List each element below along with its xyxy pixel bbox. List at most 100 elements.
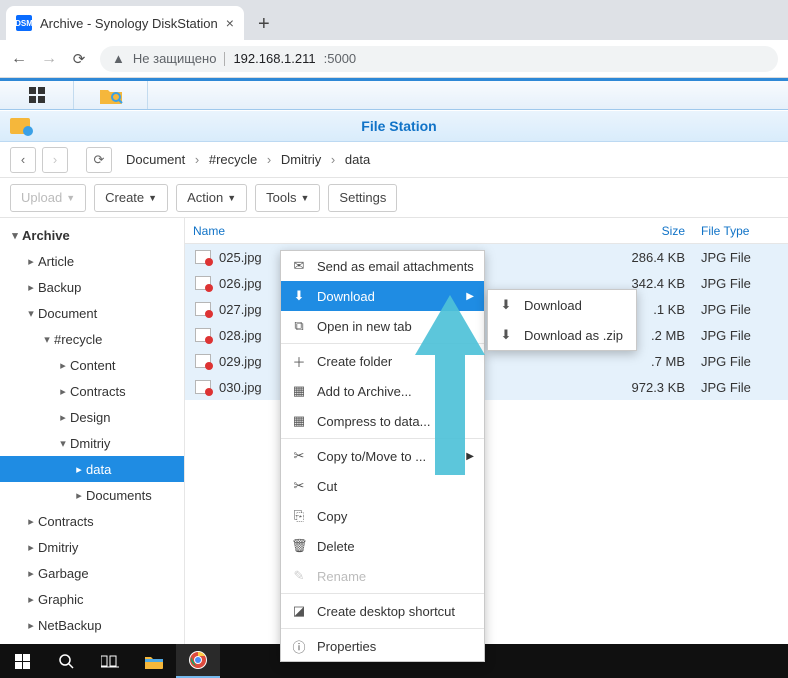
file-station-taskbar-button[interactable]: [74, 81, 148, 109]
action-button[interactable]: Action▼: [176, 184, 247, 212]
menu-item[interactable]: ✂Cut: [281, 471, 484, 501]
menu-item-icon: ▦: [291, 413, 307, 429]
file-type: JPG File: [693, 380, 788, 395]
menu-item-icon: ⎘: [291, 508, 307, 524]
upload-button[interactable]: Upload▼: [10, 184, 86, 212]
window-titlebar[interactable]: File Station: [0, 110, 788, 142]
chrome-taskbar-button[interactable]: [176, 644, 220, 678]
file-row[interactable]: 025.jpg286.4 KBJPG File: [185, 244, 788, 270]
chevron-right-icon[interactable]: ▸: [72, 463, 86, 476]
menu-item[interactable]: ▦Add to Archive...: [281, 376, 484, 406]
tree-node[interactable]: ▸Dmitriy: [0, 534, 184, 560]
tree-node[interactable]: ▾Dmitriy: [0, 430, 184, 456]
context-menu[interactable]: ✉Send as email attachments⬇Download▶⧉Ope…: [280, 250, 485, 662]
chevron-down-icon[interactable]: ▾: [24, 307, 38, 320]
chevron-right-icon[interactable]: ▸: [56, 359, 70, 372]
file-type: JPG File: [693, 276, 788, 291]
main-menu-button[interactable]: [0, 81, 74, 109]
url-host: 192.168.1.211: [233, 51, 315, 66]
tree-node[interactable]: ▸Garbage: [0, 560, 184, 586]
menu-separator: [281, 628, 484, 629]
nav-back-button[interactable]: ←: [10, 50, 28, 68]
file-list[interactable]: Name Size File Type 025.jpg286.4 KBJPG F…: [185, 218, 788, 648]
settings-button[interactable]: Settings: [328, 184, 397, 212]
tree-node-label: Design: [70, 410, 110, 425]
tree-node[interactable]: ▸Graphic: [0, 586, 184, 612]
submenu-item[interactable]: ⬇Download as .zip: [488, 320, 636, 350]
tree-node[interactable]: ▸NetBackup: [0, 612, 184, 638]
col-type[interactable]: File Type: [693, 224, 788, 238]
menu-item[interactable]: ＋Create folder: [281, 346, 484, 376]
tree-node[interactable]: ▸Contracts: [0, 508, 184, 534]
col-size[interactable]: Size: [603, 224, 693, 238]
windows-icon: [15, 654, 30, 669]
search-button[interactable]: [44, 644, 88, 678]
create-button[interactable]: Create▼: [94, 184, 168, 212]
tree-node[interactable]: ▸Article: [0, 248, 184, 274]
tree-node[interactable]: ▾Document: [0, 300, 184, 326]
chevron-right-icon[interactable]: ▸: [24, 255, 38, 268]
crumb-3[interactable]: data: [345, 152, 370, 167]
chevron-right-icon[interactable]: ▸: [72, 489, 86, 502]
tree-node[interactable]: ▸Design: [0, 404, 184, 430]
chevron-right-icon[interactable]: ▸: [56, 411, 70, 424]
menu-item[interactable]: ⧉Open in new tab: [281, 311, 484, 341]
menu-item[interactable]: ⬇Download▶: [281, 281, 484, 311]
new-tab-button[interactable]: +: [244, 13, 284, 40]
crumb-0[interactable]: Document: [126, 152, 185, 167]
menu-item[interactable]: ✂Copy to/Move to ...▶: [281, 441, 484, 471]
reload-button[interactable]: ⟳: [70, 50, 88, 68]
chevron-right-icon[interactable]: ▸: [24, 541, 38, 554]
history-forward-button[interactable]: ›: [42, 147, 68, 173]
chevron-right-icon[interactable]: ▸: [24, 593, 38, 606]
submenu-item[interactable]: ⬇Download: [488, 290, 636, 320]
chevron-down-icon[interactable]: ▾: [56, 437, 70, 450]
file-size: .7 MB: [603, 354, 693, 369]
tree-node[interactable]: ▸data: [0, 456, 184, 482]
tree-node-label: Dmitriy: [38, 540, 78, 555]
file-station-icon: [10, 118, 30, 134]
tree-node[interactable]: ▸Backup: [0, 274, 184, 300]
tree-node[interactable]: ▸Contracts: [0, 378, 184, 404]
start-button[interactable]: [0, 644, 44, 678]
chevron-down-icon: ▼: [301, 193, 310, 203]
file-row[interactable]: 030.jpg972.3 KBJPG File: [185, 374, 788, 400]
chevron-right-icon[interactable]: ▸: [24, 567, 38, 580]
crumb-2[interactable]: Dmitriy: [281, 152, 321, 167]
menu-item[interactable]: 🗑Delete: [281, 531, 484, 561]
menu-item-icon: ＋: [291, 352, 307, 371]
chevron-down-icon[interactable]: ▾: [8, 229, 22, 242]
menu-item[interactable]: ⓘProperties: [281, 631, 484, 661]
chevron-right-icon[interactable]: ▸: [56, 385, 70, 398]
menu-item[interactable]: ⎘Copy: [281, 501, 484, 531]
download-submenu[interactable]: ⬇Download⬇Download as .zip: [487, 289, 637, 351]
nav-forward-button[interactable]: →: [40, 50, 58, 68]
tree-node[interactable]: ▸Content: [0, 352, 184, 378]
tools-button[interactable]: Tools▼: [255, 184, 320, 212]
chrome-icon: [189, 651, 207, 669]
menu-item[interactable]: ✉Send as email attachments: [281, 251, 484, 281]
tree-node[interactable]: ▸Documents: [0, 482, 184, 508]
chevron-right-icon[interactable]: ▸: [24, 619, 38, 632]
col-name[interactable]: Name: [185, 224, 603, 238]
chevron-right-icon[interactable]: ▸: [24, 281, 38, 294]
file-row[interactable]: 029.jpg.7 MBJPG File: [185, 348, 788, 374]
task-view-button[interactable]: [88, 644, 132, 678]
explorer-taskbar-button[interactable]: [132, 644, 176, 678]
tree-node[interactable]: ▾Archive: [0, 222, 184, 248]
chevron-down-icon[interactable]: ▾: [40, 333, 54, 346]
folder-tree[interactable]: ▾Archive▸Article▸Backup▾Document▾#recycl…: [0, 218, 185, 648]
menu-item-icon: ▦: [291, 383, 307, 399]
crumb-1[interactable]: #recycle: [209, 152, 257, 167]
browser-tab[interactable]: DSM Archive - Synology DiskStation ×: [6, 6, 244, 40]
address-bar[interactable]: ▲ Не защищено 192.168.1.211:5000: [100, 46, 778, 72]
chevron-down-icon: ▼: [227, 193, 236, 203]
tree-node[interactable]: ▾#recycle: [0, 326, 184, 352]
menu-item[interactable]: ▦Compress to data...: [281, 406, 484, 436]
image-file-icon: [195, 276, 211, 290]
close-tab-icon[interactable]: ×: [226, 15, 234, 31]
chevron-right-icon[interactable]: ▸: [24, 515, 38, 528]
refresh-button[interactable]: ⟳: [86, 147, 112, 173]
history-back-button[interactable]: ‹: [10, 147, 36, 173]
menu-item[interactable]: ◪Create desktop shortcut: [281, 596, 484, 626]
